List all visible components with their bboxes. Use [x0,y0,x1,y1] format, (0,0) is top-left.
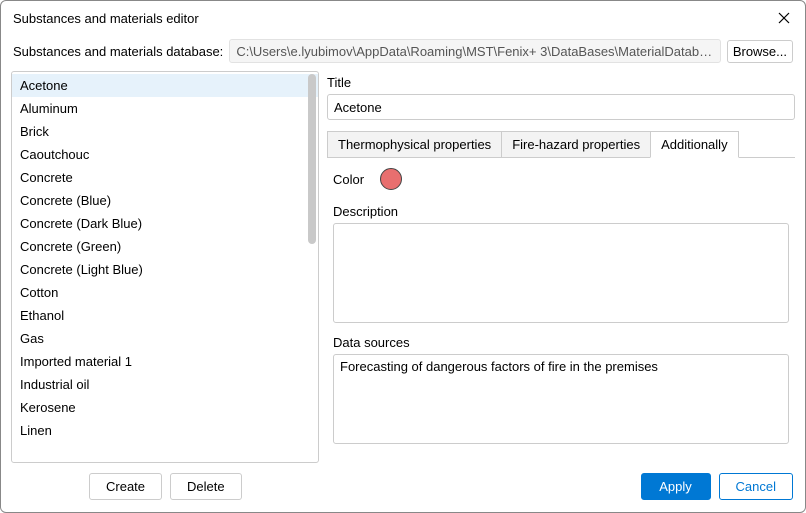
cancel-button[interactable]: Cancel [719,473,793,500]
body: AcetoneAluminumBrickCaoutchoucConcreteCo… [1,71,805,463]
tabs: Thermophysical properties Fire-hazard pr… [327,130,795,158]
sources-textarea[interactable] [333,354,789,444]
title-label: Title [327,75,795,90]
editor-window: Substances and materials editor Substanc… [0,0,806,513]
footer-left: Create Delete [89,473,242,500]
database-row: Substances and materials database: C:\Us… [1,35,805,71]
color-row: Color [333,168,789,190]
create-button[interactable]: Create [89,473,162,500]
materials-list-wrap: AcetoneAluminumBrickCaoutchoucConcreteCo… [11,71,319,463]
list-item[interactable]: Aluminum [12,97,318,120]
database-label: Substances and materials database: [13,44,223,59]
apply-button[interactable]: Apply [641,473,711,500]
list-item[interactable]: Concrete (Green) [12,235,318,258]
scrollbar-thumb[interactable] [308,74,316,244]
left-panel: AcetoneAluminumBrickCaoutchoucConcreteCo… [11,71,319,463]
color-swatch[interactable] [380,168,402,190]
footer: Create Delete Apply Cancel [1,463,805,512]
tab-fire-hazard[interactable]: Fire-hazard properties [501,131,651,157]
list-item[interactable]: Industrial oil [12,373,318,396]
description-label: Description [333,204,789,219]
tab-content-additionally: Color Description Data sources [327,158,795,463]
list-item[interactable]: Gas [12,327,318,350]
list-item[interactable]: Caoutchouc [12,143,318,166]
window-title: Substances and materials editor [13,11,199,26]
close-button[interactable] [775,9,793,27]
list-item[interactable]: Imported material 1 [12,350,318,373]
list-item[interactable]: Acetone [12,74,318,97]
title-input[interactable] [327,94,795,120]
description-textarea[interactable] [333,223,789,323]
tab-additionally[interactable]: Additionally [650,131,739,158]
titlebar: Substances and materials editor [1,1,805,35]
materials-list[interactable]: AcetoneAluminumBrickCaoutchoucConcreteCo… [12,72,318,462]
list-item[interactable]: Ethanol [12,304,318,327]
scrollbar-track[interactable] [308,74,316,460]
close-icon [778,12,790,24]
tab-thermophysical[interactable]: Thermophysical properties [327,131,502,157]
right-panel: Title Thermophysical properties Fire-haz… [327,71,795,463]
list-item[interactable]: Concrete [12,166,318,189]
database-path-field[interactable]: C:\Users\e.lyubimov\AppData\Roaming\MST\… [229,39,721,63]
color-label: Color [333,172,364,187]
list-item[interactable]: Concrete (Light Blue) [12,258,318,281]
browse-button[interactable]: Browse... [727,40,793,63]
footer-right: Apply Cancel [641,473,793,500]
list-item[interactable]: Linen [12,419,318,442]
list-item[interactable]: Kerosene [12,396,318,419]
list-item[interactable]: Concrete (Dark Blue) [12,212,318,235]
list-item[interactable]: Cotton [12,281,318,304]
sources-label: Data sources [333,335,789,350]
delete-button[interactable]: Delete [170,473,242,500]
list-item[interactable]: Brick [12,120,318,143]
list-item[interactable]: Concrete (Blue) [12,189,318,212]
